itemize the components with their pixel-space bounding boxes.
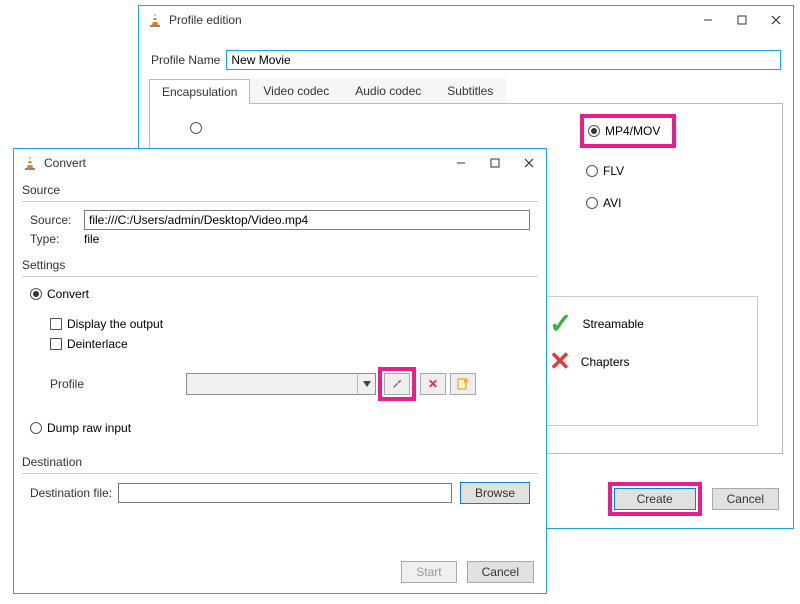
- profile-name-label: Profile Name: [151, 53, 220, 67]
- type-value: file: [84, 232, 99, 246]
- settings-group-label: Settings: [22, 258, 546, 272]
- maximize-button[interactable]: [725, 6, 759, 34]
- convert-window: Convert Source Source: Type: file Settin…: [13, 148, 547, 594]
- tab-encapsulation[interactable]: Encapsulation: [149, 79, 250, 104]
- feature-streamable: Streamable: [582, 317, 643, 331]
- x-icon: ✕: [549, 346, 571, 377]
- radio-flv[interactable]: FLV: [586, 164, 624, 178]
- edit-profile-button[interactable]: [384, 373, 410, 395]
- radio-convert-label: Convert: [47, 287, 89, 301]
- destination-file-input[interactable]: [118, 483, 452, 503]
- minimize-button[interactable]: [691, 6, 725, 34]
- feature-chapters: Chapters: [581, 355, 630, 369]
- profile-name-input[interactable]: [226, 50, 781, 70]
- delete-profile-button[interactable]: ✕: [420, 373, 446, 395]
- vlc-icon: [147, 12, 163, 28]
- radio-mp4-label: MP4/MOV: [605, 124, 660, 138]
- close-button[interactable]: [759, 6, 793, 34]
- maximize-button[interactable]: [478, 149, 512, 177]
- source-label: Source:: [30, 213, 78, 227]
- browse-button[interactable]: Browse: [460, 482, 530, 504]
- radio-avi-label: AVI: [603, 196, 621, 210]
- radio-convert[interactable]: Convert: [30, 287, 89, 301]
- tab-video-codec[interactable]: Video codec: [250, 78, 342, 103]
- features-box: ✓ Streamable ✕ Chapters: [540, 296, 758, 426]
- vlc-icon: [22, 155, 38, 171]
- create-button[interactable]: Create: [614, 488, 696, 510]
- window-title: Profile edition: [169, 13, 691, 27]
- radio-flv-label: FLV: [603, 164, 624, 178]
- display-output-label: Display the output: [67, 317, 163, 331]
- close-button[interactable]: [512, 149, 546, 177]
- x-icon: ✕: [428, 377, 438, 391]
- destination-group-label: Destination: [22, 455, 546, 469]
- source-group: Source: Type: file: [22, 201, 538, 252]
- destination-file-label: Destination file:: [30, 486, 112, 500]
- dump-raw-label: Dump raw input: [47, 421, 131, 435]
- highlight-mp4-option: MP4/MOV: [580, 114, 676, 148]
- radio-mp4[interactable]: MP4/MOV: [586, 122, 670, 140]
- radio-dump-raw[interactable]: Dump raw input: [30, 421, 131, 435]
- wrench-icon: [390, 377, 404, 391]
- check-icon: ✓: [549, 307, 572, 340]
- profile-label: Profile: [50, 377, 180, 391]
- cancel-button-convert[interactable]: Cancel: [467, 561, 534, 583]
- cancel-button-profile[interactable]: Cancel: [712, 488, 779, 510]
- type-label: Type:: [30, 232, 78, 246]
- new-profile-button[interactable]: [450, 373, 476, 395]
- tab-audio-codec[interactable]: Audio codec: [342, 78, 434, 103]
- deinterlace-label: Deinterlace: [67, 337, 128, 351]
- settings-group: Convert Display the output Deinterlace P…: [22, 276, 538, 449]
- tab-subtitles[interactable]: Subtitles: [434, 78, 506, 103]
- new-doc-icon: [456, 377, 470, 391]
- profile-combo[interactable]: [186, 373, 376, 395]
- tabs: Encapsulation Video codec Audio codec Su…: [149, 78, 783, 104]
- check-display-output[interactable]: Display the output: [50, 317, 163, 331]
- highlight-edit-profile: [378, 367, 416, 401]
- radio-avi[interactable]: AVI: [586, 196, 621, 210]
- chevron-down-icon: [357, 374, 375, 394]
- destination-group: Destination file: Browse: [22, 473, 538, 510]
- convert-window-title: Convert: [44, 156, 444, 170]
- source-input[interactable]: [84, 210, 530, 230]
- highlight-create-button: Create: [608, 482, 702, 516]
- start-button[interactable]: Start: [401, 561, 456, 583]
- minimize-button[interactable]: [444, 149, 478, 177]
- check-deinterlace[interactable]: Deinterlace: [50, 337, 128, 351]
- titlebar-convert: Convert: [14, 149, 546, 177]
- titlebar: Profile edition: [139, 6, 793, 34]
- source-group-label: Source: [22, 183, 546, 197]
